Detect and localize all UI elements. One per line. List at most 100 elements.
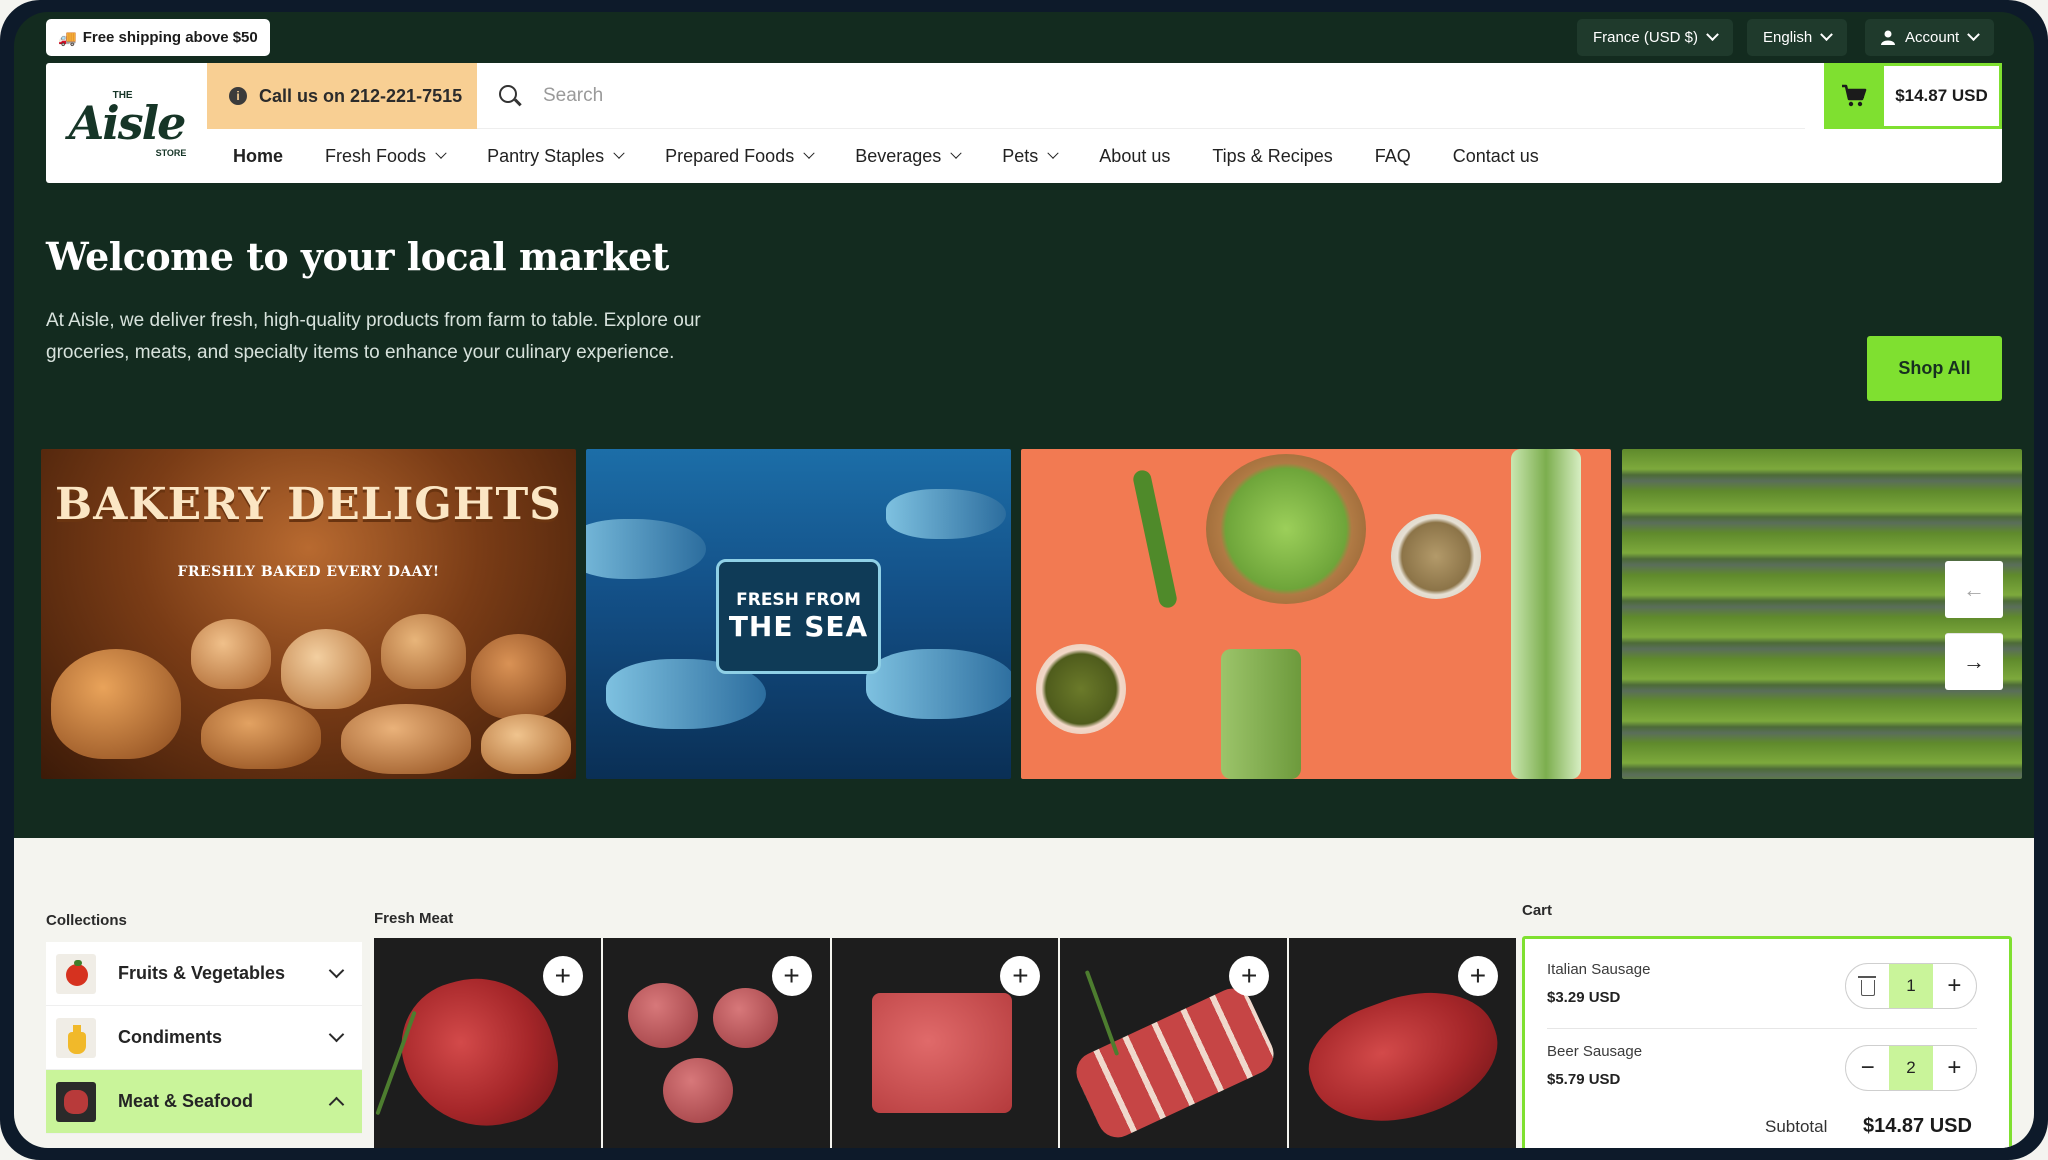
decrease-quantity-button[interactable]: − (1846, 1046, 1889, 1090)
pastry-image (341, 704, 471, 774)
condiments-thumbnail (56, 1017, 96, 1058)
fish-image (866, 649, 1011, 719)
increase-quantity-button[interactable]: + (1933, 1046, 1976, 1090)
logo-store: STORE (155, 148, 187, 158)
nav-tips-recipes[interactable]: Tips & Recipes (1212, 146, 1332, 167)
sea-badge-big: THE SEA (728, 610, 869, 643)
bakery-banner-title: Bakery Delights (55, 479, 562, 530)
fresh-meat-label: Fresh Meat (374, 910, 454, 927)
call-us-banner[interactable]: i Call us on 212-221-7515 (207, 63, 477, 129)
product-card[interactable]: + (1289, 938, 1516, 1148)
t-bone-steak-image (387, 961, 571, 1145)
fish-image (586, 519, 706, 579)
product-card[interactable]: + (831, 938, 1059, 1148)
add-to-cart-button[interactable]: + (1457, 956, 1498, 996)
remove-item-button[interactable] (1846, 964, 1889, 1008)
user-icon (1881, 30, 1895, 45)
collection-meat-seafood[interactable]: Meat & Seafood (46, 1070, 362, 1134)
aisle-logo[interactable]: Aisle THE STORE (46, 63, 207, 183)
cart-button[interactable] (1824, 63, 1884, 129)
trash-icon (1857, 976, 1876, 996)
product-card[interactable]: + (602, 938, 830, 1148)
pastry-image (51, 649, 181, 759)
nav-about-us-label: About us (1099, 145, 1171, 166)
arrow-right-icon: → (1963, 649, 1985, 674)
meatball-image (662, 1058, 733, 1123)
info-icon: i (229, 87, 247, 105)
truck-icon: 🚚 (58, 29, 77, 47)
product-card[interactable]: + (374, 938, 601, 1148)
product-card[interactable]: + (1060, 938, 1288, 1148)
increase-quantity-button[interactable]: + (1933, 964, 1976, 1008)
chevron-down-icon (1706, 28, 1719, 42)
sea-badge-small: FRESH FROM (736, 590, 861, 610)
search-bar[interactable] (477, 63, 1805, 129)
nav-beverages[interactable]: Beverages (855, 146, 962, 167)
logo-the: THE (112, 90, 133, 101)
free-shipping-badge: 🚚 Free shipping above $50 (46, 19, 270, 56)
pastry-image (191, 619, 271, 689)
chevron-down-icon (613, 147, 625, 159)
nav-faq[interactable]: FAQ (1375, 146, 1411, 167)
site-header: Aisle THE STORE i Call us on 212-221-751… (46, 63, 2002, 183)
collection-name: Meat & Seafood (118, 1091, 254, 1111)
seafood-banner[interactable]: FRESH FROM THE SEA (586, 449, 1011, 779)
hero-description: At Aisle, we deliver fresh, high-quality… (46, 310, 701, 363)
cart-item: Beer Sausage $5.79 USD − 2 + (1547, 1031, 1977, 1111)
chevron-down-icon (1047, 147, 1059, 159)
nav-tips-recipes-label: Tips & Recipes (1212, 145, 1333, 166)
call-us-text: Call us on 212-221-7515 (259, 85, 463, 106)
nav-pantry-staples[interactable]: Pantry Staples (487, 145, 625, 167)
cart-total[interactable]: $14.87 USD (1884, 63, 2002, 129)
add-to-cart-button[interactable]: + (771, 956, 812, 996)
shop-all-button[interactable]: Shop All (1867, 336, 2002, 401)
logo-wordmark: Aisle (68, 96, 187, 150)
device-frame: 🚚 Free shipping above $50 France (USD $)… (0, 0, 2048, 1160)
vegetables-banner[interactable] (1021, 449, 1611, 779)
nav-fresh-foods[interactable]: Fresh Foods (325, 146, 447, 167)
nav-pantry-staples-label: Pantry Staples (487, 145, 605, 166)
chevron-down-icon (328, 962, 345, 979)
nav-pets[interactable]: Pets (1002, 145, 1059, 167)
region-selector[interactable]: France (USD $) (1577, 19, 1734, 56)
chevron-down-icon (328, 1026, 345, 1043)
chevron-down-icon (435, 147, 447, 159)
pastry-image (281, 629, 371, 709)
nav-about-us[interactable]: About us (1099, 146, 1170, 167)
search-input[interactable] (543, 84, 1443, 107)
cart-item-name: Italian Sausage (1547, 961, 1651, 978)
fruits-vegetables-thumbnail (56, 953, 96, 994)
cart-icon (1842, 84, 1867, 107)
bakery-banner-subtitle: FRESHLY BAKED EVERY DAAY! (177, 564, 440, 580)
nav-prepared-foods[interactable]: Prepared Foods (665, 146, 815, 167)
carousel-prev-button[interactable]: ← (1945, 561, 2003, 618)
nav-contact-us[interactable]: Contact us (1453, 146, 1539, 167)
add-to-cart-button[interactable]: + (542, 956, 583, 996)
bakery-banner[interactable]: Bakery Delights FRESHLY BAKED EVERY DAAY… (41, 449, 576, 779)
region-label: France (USD $) (1593, 29, 1699, 46)
language-selector[interactable]: English (1747, 19, 1848, 56)
add-to-cart-button[interactable]: + (1000, 956, 1041, 996)
herb-decoration (1085, 970, 1120, 1056)
collection-fruits-vegetables[interactable]: Fruits & Vegetables (46, 942, 362, 1006)
leek-image (1511, 449, 1581, 779)
collection-condiments[interactable]: Condiments (46, 1006, 362, 1070)
nav-pets-label: Pets (1002, 145, 1039, 166)
main-navigation: Home Fresh Foods Pantry Staples Prepared… (207, 129, 2002, 183)
carousel-next-button[interactable]: → (1945, 633, 2003, 690)
shopping-section: Collections Fruits & Vegetables Condimen… (14, 838, 2034, 1148)
chevron-up-icon (328, 1096, 345, 1113)
cart-item-price: $5.79 USD (1547, 1071, 1621, 1088)
pastry-image (481, 714, 571, 774)
account-menu[interactable]: Account (1865, 19, 1995, 56)
collection-name: Fruits & Vegetables (118, 963, 286, 983)
search-icon (499, 84, 522, 107)
lentils-bowl-image (1036, 644, 1126, 734)
add-to-cart-button[interactable]: + (1229, 956, 1270, 996)
chevron-down-icon (1820, 28, 1834, 42)
nav-home[interactable]: Home (233, 146, 283, 167)
subtotal-value: $14.87 USD (1863, 1115, 1972, 1137)
chevron-down-icon (803, 147, 815, 159)
meat-seafood-thumbnail (56, 1081, 96, 1122)
cart-item-price: $3.29 USD (1547, 989, 1621, 1006)
